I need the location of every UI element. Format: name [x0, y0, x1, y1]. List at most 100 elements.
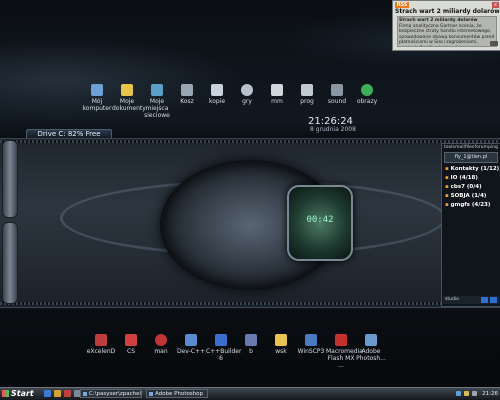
- volume-tray-icon[interactable]: [472, 391, 478, 396]
- trash-icon: [181, 84, 193, 96]
- desktop-icon-man[interactable]: man: [146, 334, 176, 369]
- icon-label: eXcelenD: [86, 348, 116, 355]
- messenger-status-bar[interactable]: studio: [443, 296, 499, 304]
- desktop-icon-my-computer[interactable]: Mój komputer: [82, 84, 112, 119]
- messenger-contact-list[interactable]: tools mail files forum ping fly_1@tlen.p…: [441, 143, 500, 307]
- band-stripe-top: [0, 140, 500, 143]
- media-icon: [271, 84, 283, 96]
- desktop-icon-sound[interactable]: sound: [322, 84, 352, 119]
- desktop-icons-bottom: eXcelenD CS man Dev-C++ C++Builder 6 b w…: [86, 334, 386, 369]
- rss-notification[interactable]: RSS x Strach wart 2 miliardy dolarów... …: [392, 0, 500, 51]
- desktop-icons-top: Mój komputer Moje dokumenty Moje miejsca…: [82, 84, 382, 119]
- icon-label: CS: [127, 348, 135, 355]
- notification-text: Firma analityczna Gartner ocenia, że bez…: [399, 23, 495, 47]
- menu-mail[interactable]: mail: [455, 145, 465, 150]
- taskbar: Start C:\pasyser\zpachel\... Adobe Photo…: [0, 387, 500, 400]
- app-icon: [125, 334, 137, 346]
- menu-tools[interactable]: tools: [444, 145, 455, 150]
- grid-icon: [245, 334, 257, 346]
- menu-ping[interactable]: ping: [488, 145, 498, 150]
- contact-group[interactable]: ▪ IO (4/18): [445, 175, 497, 181]
- icon-label: wsk: [275, 348, 287, 355]
- desktop-icon-gry[interactable]: gry: [232, 84, 262, 119]
- desktop-icon-mm[interactable]: mm: [262, 84, 292, 119]
- icon-label: Dev-C++: [176, 348, 206, 355]
- system-tray: 21:26: [438, 389, 498, 398]
- notification-body: Strach wart 2 miliardy dolarów Firma ana…: [397, 16, 497, 47]
- messenger-tray-icon[interactable]: [464, 391, 470, 396]
- side-slider-bottom[interactable]: [2, 222, 18, 304]
- ide-icon: [215, 334, 227, 346]
- tray-clock[interactable]: 21:26: [482, 391, 498, 397]
- ide-icon: [185, 334, 197, 346]
- desktop-date: 8 grudnia 2008: [310, 126, 356, 133]
- desktop-icon-cs[interactable]: CS: [116, 334, 146, 369]
- band-stripe-bottom: [0, 302, 500, 305]
- contact-group[interactable]: ▪ Kontakty (1/12): [445, 166, 499, 172]
- icon-label: Adobe Photosh...: [356, 348, 386, 362]
- pin-icon[interactable]: [490, 41, 498, 46]
- speaker-icon: [331, 84, 343, 96]
- contact-group[interactable]: ▪ SOBJA (1/4): [445, 193, 497, 199]
- gauge-readout: 00:42: [306, 215, 334, 225]
- app-icon: [155, 334, 167, 346]
- quick-launch: [44, 390, 81, 397]
- folder-icon: [275, 334, 287, 346]
- icon-label: b: [249, 348, 253, 355]
- desktop-icon-obrazy[interactable]: obrazy: [352, 84, 382, 119]
- computer-icon: [91, 84, 103, 96]
- app-icon: [95, 334, 107, 346]
- browser-icon[interactable]: [44, 390, 51, 397]
- desktop-icon-devcpp[interactable]: Dev-C++: [176, 334, 206, 369]
- icon-label: sound: [327, 98, 347, 105]
- options-button-icon[interactable]: [490, 297, 497, 303]
- windows-logo-icon: [2, 390, 9, 397]
- taskbar-task-folder[interactable]: C:\pasyser\zpachel\...: [80, 389, 142, 398]
- image-icon: [361, 84, 373, 96]
- messenger-user[interactable]: fly_1@tlen.pl: [444, 152, 498, 163]
- desktop-icon-my-documents[interactable]: Moje dokumenty: [112, 84, 146, 119]
- icon-label: Kosz: [180, 98, 194, 105]
- explorer-icon[interactable]: [54, 390, 61, 397]
- folder-icon: [121, 84, 133, 96]
- icon-label: mm: [271, 98, 283, 105]
- icon-label: Moje miejsca sieciowe: [144, 98, 170, 119]
- system-gauge-widget[interactable]: 00:42: [287, 185, 353, 261]
- flash-icon: [335, 334, 347, 346]
- messenger-menu: tools mail files forum ping: [442, 144, 500, 151]
- menu-files[interactable]: files: [465, 145, 474, 150]
- desktop-icon-network[interactable]: Moje miejsca sieciowe: [142, 84, 172, 119]
- desktop-icon-winscp[interactable]: WinSCP3: [296, 334, 326, 369]
- contact-group[interactable]: ▪ cbs7 (0/4): [445, 184, 497, 190]
- icon-label: Moje dokumenty: [112, 98, 146, 112]
- icon-label: man: [154, 348, 168, 355]
- transfer-icon: [305, 334, 317, 346]
- icon-label: gry: [242, 98, 252, 105]
- status-text: studio: [445, 297, 459, 302]
- contact-group[interactable]: ▪ gmgfs (4/23): [445, 202, 497, 208]
- icon-label: WinSCP3: [297, 348, 325, 355]
- desktop-icon-prog[interactable]: prog: [292, 84, 322, 119]
- document-icon: [211, 84, 223, 96]
- network-icon: [151, 84, 163, 96]
- desktop-icon-recycle-bin[interactable]: Kosz: [172, 84, 202, 119]
- desktop-icon-wsk[interactable]: wsk: [266, 334, 296, 369]
- desktop-icon-b[interactable]: b: [236, 334, 266, 369]
- icon-label: Mój komputer: [82, 98, 112, 112]
- icon-label: obrazy: [356, 98, 378, 105]
- desktop-icon-photoshop[interactable]: Adobe Photosh...: [356, 334, 386, 369]
- desktop-icon-kopie[interactable]: kopie: [202, 84, 232, 119]
- desktop-icon-cppbuilder[interactable]: C++Builder 6: [206, 334, 241, 369]
- network-tray-icon[interactable]: [456, 391, 462, 396]
- status-button-icon[interactable]: [481, 297, 488, 303]
- menu-forum[interactable]: forum: [474, 145, 487, 150]
- desktop-icon-flash[interactable]: Macromedia Flash MX ...: [326, 334, 363, 369]
- side-slider-top[interactable]: [2, 140, 18, 218]
- icon-label: prog: [300, 98, 314, 105]
- notification-title: Strach wart 2 miliardy dolarów...: [395, 8, 499, 15]
- start-button[interactable]: Start: [2, 389, 40, 399]
- app-icon[interactable]: [64, 390, 71, 397]
- taskbar-task-photoshop[interactable]: Adobe Photoshop: [146, 389, 208, 398]
- desktop-icon-excelend[interactable]: eXcelenD: [86, 334, 116, 369]
- tools-icon: [301, 84, 313, 96]
